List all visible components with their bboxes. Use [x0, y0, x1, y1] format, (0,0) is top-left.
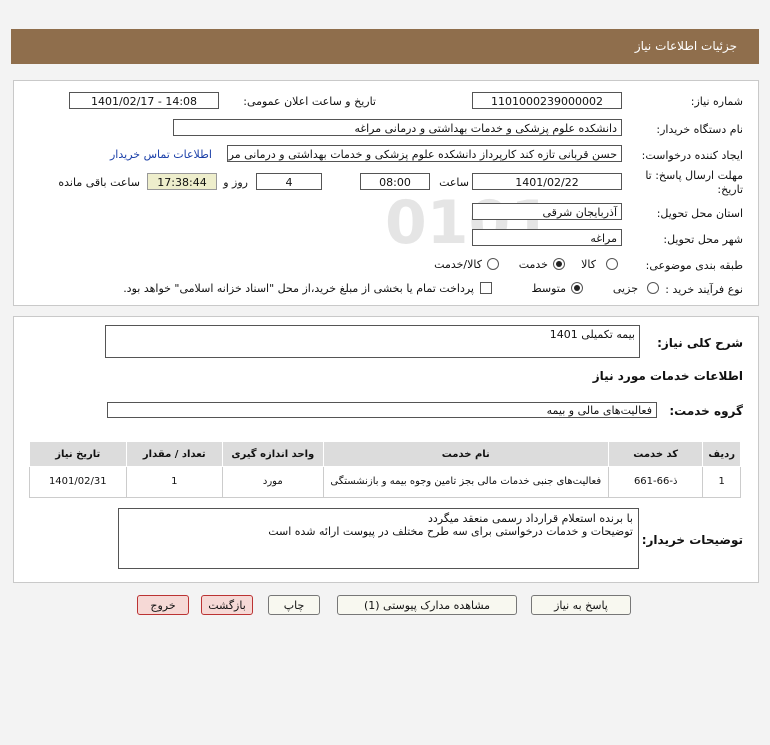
cell-date: 1401/02/31 — [29, 466, 127, 498]
category-radio-goods[interactable] — [606, 258, 618, 270]
buyer-org-label: نام دستگاه خریدار: — [656, 123, 743, 136]
treasury-payment-note: پرداخت تمام یا بخشی از مبلغ خرید،از محل … — [123, 282, 474, 295]
col-code: کد خدمت — [607, 441, 704, 467]
treasury-payment-checkbox[interactable] — [480, 282, 492, 294]
days-label: روز و — [223, 176, 248, 189]
buyer-notes-label: توضیحات خریدار: — [641, 533, 743, 547]
print-button[interactable]: چاپ — [268, 595, 320, 615]
deadline-time-field: 08:00 — [360, 173, 430, 190]
col-name: نام خدمت — [322, 441, 609, 467]
services-title: اطلاعات خدمات مورد نیاز — [592, 369, 743, 383]
process-option-medium: متوسط — [531, 282, 566, 295]
city-label: شهر محل تحویل: — [663, 233, 743, 246]
remaining-days-field: 4 — [256, 173, 322, 190]
remaining-time-label: ساعت باقی مانده — [58, 176, 140, 189]
attachments-button[interactable]: مشاهده مدارک پیوستی (1) — [337, 595, 517, 615]
category-label: طبقه بندی موضوعی: — [645, 259, 743, 272]
need-number-field: 1101000239000002 — [472, 92, 622, 109]
summary-text: بیمه تکمیلی 1401 — [549, 328, 635, 341]
category-option-goods-service: کالا/خدمت — [434, 258, 482, 271]
process-radio-medium[interactable] — [571, 282, 583, 294]
page-title: جزئیات اطلاعات نیاز — [634, 39, 737, 53]
summary-label: شرح کلی نیاز: — [657, 336, 743, 350]
city-field: مراغه — [472, 229, 622, 246]
service-group-field: فعالیت‌های مالی و بیمه — [107, 402, 657, 418]
category-radio-service[interactable] — [553, 258, 565, 270]
cell-name: فعالیت‌های جنبی خدمات مالی بجز تامین وجو… — [322, 466, 609, 498]
services-table: ردیف کد خدمت نام خدمت واحد اندازه گیری ت… — [29, 441, 741, 498]
deadline-label-date: تاریخ: — [717, 183, 743, 196]
col-unit: واحد اندازه گیری — [222, 441, 324, 467]
page-header: جزئیات اطلاعات نیاز — [11, 29, 759, 64]
category-option-goods: کالا — [581, 258, 596, 271]
deadline-time-label: ساعت — [439, 176, 469, 189]
cell-code: ذ-66-661 — [607, 466, 704, 498]
col-date: تاریخ نیاز — [29, 441, 127, 467]
need-number-label: شماره نیاز: — [690, 95, 743, 108]
category-option-service: خدمت — [518, 258, 548, 271]
cell-unit: مورد — [222, 466, 324, 498]
buyer-notes-line-1: با برنده استعلام قرارداد رسمی منعقد میگر… — [427, 512, 633, 525]
buyer-contact-link[interactable]: اطلاعات تماس خریدار — [110, 148, 212, 161]
province-field: آذربایجان شرقی — [472, 203, 622, 220]
creator-field: حسن قربانی تازه کند کارپرداز دانشکده علو… — [227, 145, 622, 162]
announce-datetime-field: 1401/02/17 - 14:08 — [69, 92, 219, 109]
cell-row: 1 — [702, 466, 741, 498]
buyer-org-field: دانشکده علوم پزشکی و خدمات بهداشتی و درم… — [173, 119, 622, 136]
deadline-label: مهلت ارسال پاسخ: تا — [645, 169, 743, 182]
reply-button[interactable]: پاسخ به نیاز — [531, 595, 631, 615]
col-row: ردیف — [702, 441, 741, 467]
need-info-panel — [13, 80, 759, 306]
back-button[interactable]: بازگشت — [201, 595, 253, 615]
col-qty: تعداد / مقدار — [125, 441, 224, 467]
process-radio-minor[interactable] — [647, 282, 659, 294]
remaining-time-field: 17:38:44 — [147, 173, 217, 190]
process-label: نوع فرآیند خرید : — [665, 283, 743, 296]
cell-qty: 1 — [125, 466, 224, 498]
announce-label: تاریخ و ساعت اعلان عمومی: — [243, 95, 376, 108]
exit-button[interactable]: خروج — [137, 595, 189, 615]
summary-field: بیمه تکمیلی 1401 — [105, 325, 640, 358]
services-table-header: ردیف کد خدمت نام خدمت واحد اندازه گیری ت… — [29, 441, 741, 467]
process-option-minor: جزیی — [612, 282, 638, 295]
service-group-label: گروه خدمت: — [669, 404, 743, 418]
buyer-notes-line-2: توضیحات و خدمات درخواستی برای سه طرح مخت… — [268, 525, 633, 538]
province-label: استان محل تحویل: — [656, 207, 743, 220]
deadline-date-field: 1401/02/22 — [472, 173, 622, 190]
buyer-notes-box: با برنده استعلام قرارداد رسمی منعقد میگر… — [118, 508, 639, 569]
table-row: 1 ذ-66-661 فعالیت‌های جنبی خدمات مالی بج… — [29, 466, 741, 498]
category-radio-goods-service[interactable] — [487, 258, 499, 270]
creator-label: ایجاد کننده درخواست: — [641, 149, 743, 162]
